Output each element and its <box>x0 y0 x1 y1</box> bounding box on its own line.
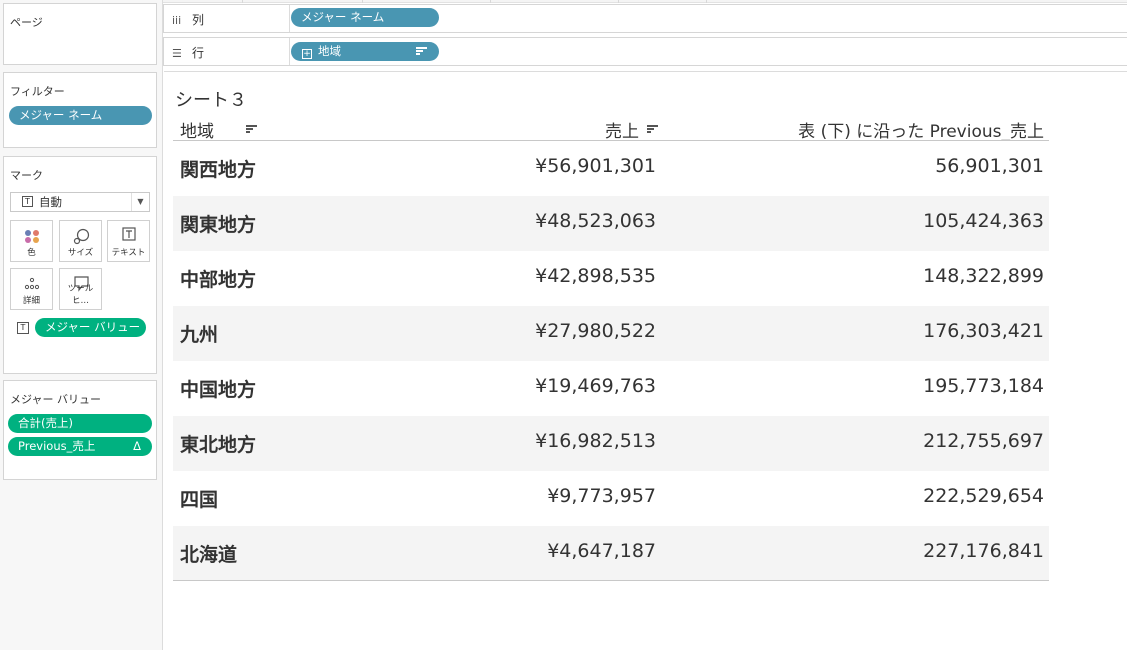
cell-sales: ¥9,773,957 <box>547 485 656 507</box>
cell-sales: ¥19,469,763 <box>535 375 656 397</box>
cell-region: 関西地方 <box>180 159 257 181</box>
table-calc-delta-icon: Δ <box>133 439 141 453</box>
cell-sales: ¥27,980,522 <box>535 320 656 342</box>
columns-label-text: 列 <box>192 13 205 27</box>
rows-shelf[interactable]: ☰ 行 + 地域 <box>163 37 1127 66</box>
text-button[interactable]: テキスト <box>107 220 150 262</box>
measure-pill-sum-sales[interactable]: 合計(売上) <box>8 414 152 433</box>
text-icon <box>122 227 136 241</box>
color-label: 色 <box>27 248 36 258</box>
columns-icon: iii <box>172 14 182 27</box>
columns-shelf-label: iii 列 <box>172 11 204 28</box>
text-encoding-icon: T <box>17 322 29 334</box>
table-row[interactable]: 四国 ¥9,773,957 222,529,654 <box>173 471 1049 526</box>
top-toolbar-strip <box>0 0 1127 3</box>
cell-sales: ¥56,901,301 <box>535 155 656 177</box>
cell-region: 北海道 <box>180 544 238 566</box>
pages-card[interactable]: ページ <box>3 3 157 65</box>
filter-pill-measure-names[interactable]: メジャー ネーム <box>9 106 152 125</box>
measure-pill-previous-sales[interactable]: Previous_売上 Δ <box>8 437 152 456</box>
rows-shelf-label: ☰ 行 <box>172 44 204 61</box>
color-icon <box>25 230 39 243</box>
cell-sales: ¥48,523,063 <box>535 210 656 232</box>
measure-values-title: メジャー バリュー <box>10 393 101 406</box>
sort-icon[interactable] <box>647 125 658 134</box>
cell-region: 中部地方 <box>180 269 257 291</box>
marks-title: マーク <box>10 169 43 182</box>
rows-pill-region[interactable]: + 地域 <box>291 42 439 61</box>
detail-icon <box>24 277 40 290</box>
measure-values-card: メジャー バリュー 合計(売上) Previous_売上 Δ <box>3 380 157 480</box>
sheet-title: シート３ <box>175 90 247 111</box>
rows-label-text: 行 <box>192 46 205 60</box>
columns-shelf[interactable]: iii 列 メジャー ネーム <box>163 4 1127 33</box>
table-row[interactable]: 中部地方 ¥42,898,535 148,322,899 <box>173 251 1049 306</box>
table-row[interactable]: 東北地方 ¥16,982,513 212,755,697 <box>173 416 1049 471</box>
color-button[interactable]: 色 <box>10 220 53 262</box>
text-label: テキスト <box>111 248 146 258</box>
tooltip-label: ツールヒ… <box>67 284 94 306</box>
size-icon <box>73 228 90 245</box>
cell-previous-sales: 56,901,301 <box>935 155 1044 177</box>
cell-previous-sales: 148,322,899 <box>923 265 1044 287</box>
cell-previous-sales: 222,529,654 <box>923 485 1044 507</box>
table-row[interactable]: 関東地方 ¥48,523,063 105,424,363 <box>173 196 1049 251</box>
cell-previous-sales: 176,303,421 <box>923 320 1044 342</box>
rows-pill-label: 地域 <box>318 44 341 58</box>
cell-sales: ¥16,982,513 <box>535 430 656 452</box>
cell-region: 九州 <box>180 324 219 346</box>
mark-type-dropdown[interactable]: T 自動 ▼ <box>10 192 150 212</box>
size-button[interactable]: サイズ <box>59 220 102 262</box>
pages-title: ページ <box>10 16 43 29</box>
cell-region: 関東地方 <box>180 214 257 236</box>
table-row[interactable]: 中国地方 ¥19,469,763 195,773,184 <box>173 361 1049 416</box>
columns-pill-measure-names[interactable]: メジャー ネーム <box>291 8 439 27</box>
cell-previous-sales: 212,755,697 <box>923 430 1044 452</box>
cell-previous-sales: 195,773,184 <box>923 375 1044 397</box>
cell-region: 東北地方 <box>180 434 257 456</box>
table-bottom-border <box>173 580 1049 581</box>
detail-button[interactable]: 詳細 <box>10 268 53 310</box>
tooltip-button[interactable]: ツールヒ… <box>59 268 102 310</box>
cell-previous-sales: 105,424,363 <box>923 210 1044 232</box>
cell-region: 中国地方 <box>180 379 257 401</box>
text-mark-icon: T <box>22 196 33 207</box>
marks-pill-measure-values[interactable]: メジャー バリュー <box>35 318 146 337</box>
sort-icon[interactable] <box>416 47 427 56</box>
marks-card: マーク T 自動 ▼ 色 サイズ テキスト 詳細 ツールヒ… T メジャー バリ… <box>3 156 157 374</box>
header-sales[interactable]: 売上 <box>605 117 639 142</box>
detail-label: 詳細 <box>22 296 40 306</box>
previous-sales-label: Previous_売上 <box>18 439 96 453</box>
shelf-divider <box>289 5 290 32</box>
table-row[interactable]: 九州 ¥27,980,522 176,303,421 <box>173 306 1049 361</box>
sort-icon[interactable] <box>246 125 257 134</box>
cell-region: 四国 <box>180 489 219 511</box>
header-previous-sales[interactable]: 表 (下) に沿った Previous_売上 <box>798 117 1044 142</box>
chevron-down-icon[interactable]: ▼ <box>131 193 149 211</box>
header-region[interactable]: 地域 <box>180 117 214 142</box>
rows-icon: ☰ <box>172 47 182 60</box>
filters-card[interactable]: フィルター メジャー ネーム <box>3 72 157 148</box>
size-label: サイズ <box>67 248 94 258</box>
cell-previous-sales: 227,176,841 <box>923 540 1044 562</box>
mark-type-label: 自動 <box>39 195 62 209</box>
shelf-divider <box>289 38 290 65</box>
filters-title: フィルター <box>10 85 65 98</box>
cell-sales: ¥42,898,535 <box>535 265 656 287</box>
expand-plus-icon[interactable]: + <box>302 49 312 59</box>
table-row[interactable]: 北海道 ¥4,647,187 227,176,841 <box>173 526 1049 581</box>
table-row[interactable]: 関西地方 ¥56,901,301 56,901,301 <box>173 141 1049 196</box>
cell-sales: ¥4,647,187 <box>547 540 656 562</box>
